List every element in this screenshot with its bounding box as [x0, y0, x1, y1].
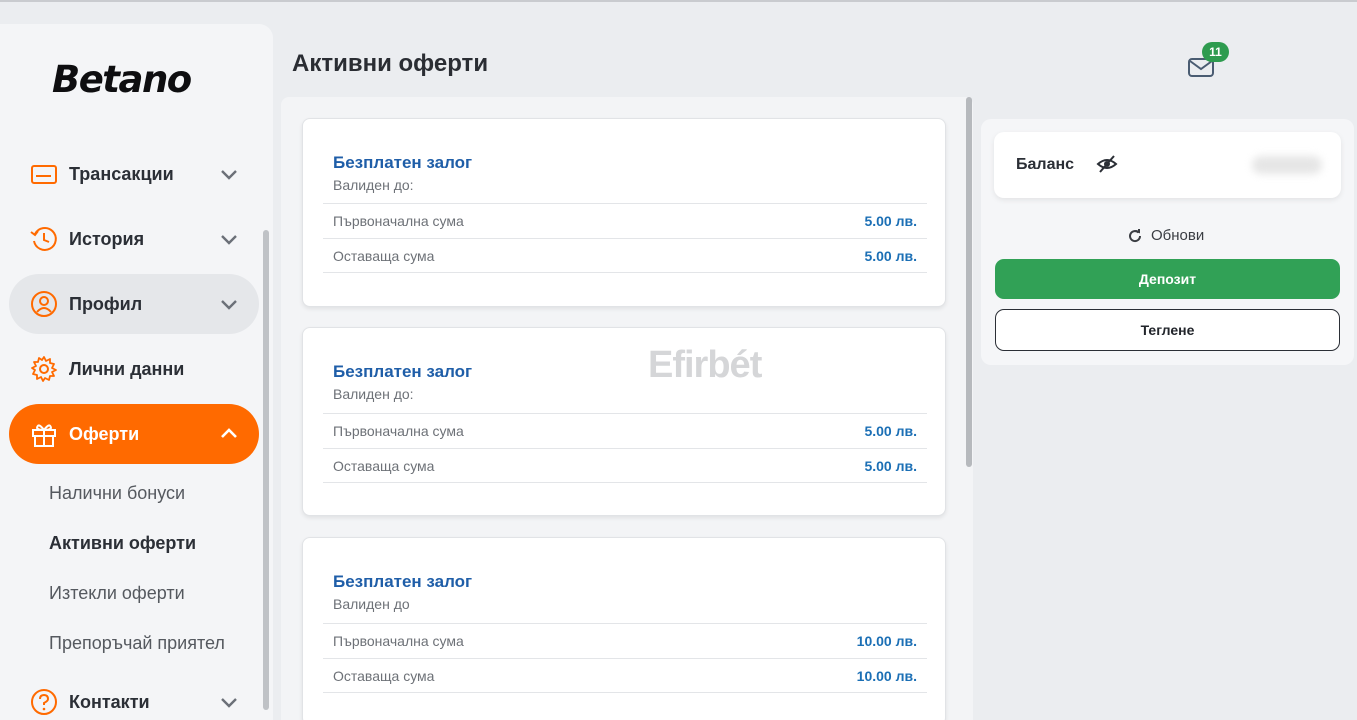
row-label: Първоначална сума	[333, 633, 464, 649]
chevron-down-icon	[221, 698, 237, 708]
subnav-refer-friend[interactable]: Препоръчай приятел	[49, 633, 225, 654]
sidebar-item-label: История	[69, 228, 145, 249]
offer-row: Оставаща сума 5.00 лв.	[323, 448, 927, 483]
offer-valid-until: Валиден до:	[333, 177, 414, 193]
refresh-button[interactable]: Обнови	[1127, 227, 1204, 244]
sidebar-item-label: Оферти	[69, 423, 140, 444]
offer-card: Efirbét Безплатен залог Валиден до: Първ…	[302, 327, 946, 516]
betano-logo[interactable]: Betano	[52, 58, 192, 101]
wallet-panel: Баланс Обнови Депозит Теглене	[981, 119, 1354, 365]
row-label: Оставаща сума	[333, 457, 435, 474]
mail-count-badge: 11	[1202, 42, 1229, 62]
history-icon	[29, 224, 59, 254]
offer-title: Безплатен залог	[333, 153, 473, 172]
subnav-active-offers[interactable]: Активни оферти	[49, 533, 196, 554]
offer-card: Безплатен залог Валиден до: Първоначална…	[302, 118, 946, 307]
refresh-label: Обнови	[1151, 227, 1205, 244]
offer-card: Безплатен залог Валиден до Първоначална …	[302, 537, 946, 720]
sidebar-item-contacts[interactable]: Контакти	[9, 672, 259, 720]
offer-row: Първоначална сума 5.00 лв.	[323, 203, 927, 238]
chevron-down-icon	[221, 170, 237, 180]
row-value: 5.00 лв.	[864, 457, 917, 474]
sidebar-item-label: Трансакции	[69, 163, 174, 184]
wallet-icon	[29, 159, 59, 189]
sidebar-item-transactions[interactable]: Трансакции	[9, 144, 259, 204]
offer-title: Безплатен залог	[333, 362, 473, 381]
chevron-down-icon	[221, 300, 237, 310]
offer-row: Първоначална сума 5.00 лв.	[323, 413, 927, 448]
offer-row: Оставаща сума 10.00 лв.	[323, 658, 927, 693]
row-label: Първоначална сума	[333, 213, 464, 229]
row-label: Оставаща сума	[333, 667, 435, 684]
sidebar-item-personal-data[interactable]: Лични данни	[9, 339, 259, 399]
row-value: 10.00 лв.	[856, 667, 917, 684]
row-value: 5.00 лв.	[864, 247, 917, 264]
balance-label: Баланс	[1016, 156, 1075, 173]
eye-off-icon[interactable]	[1096, 154, 1118, 174]
row-value: 5.00 лв.	[864, 213, 917, 229]
balance-amount-hidden	[1252, 156, 1322, 174]
sidebar-item-label: Лични данни	[69, 358, 185, 379]
offers-scrollbar[interactable]	[966, 97, 972, 467]
deposit-button[interactable]: Депозит	[995, 259, 1340, 299]
sidebar-item-offers[interactable]: Оферти	[9, 404, 259, 464]
offer-row: Първоначална сума 10.00 лв.	[323, 623, 927, 658]
refresh-icon	[1129, 228, 1142, 242]
chevron-down-icon	[221, 235, 237, 245]
chevron-up-icon	[221, 428, 237, 438]
sidebar-item-profile[interactable]: Профил	[9, 274, 259, 334]
sidebar-item-label: Контакти	[69, 691, 150, 712]
withdraw-button[interactable]: Теглене	[995, 309, 1340, 351]
row-value: 5.00 лв.	[864, 423, 917, 439]
user-icon	[29, 289, 59, 319]
gear-icon	[29, 354, 59, 384]
row-label: Първоначална сума	[333, 423, 464, 439]
offer-valid-until: Валиден до	[333, 596, 410, 612]
offer-valid-until: Валиден до:	[333, 386, 414, 402]
gift-icon	[29, 419, 59, 449]
page-title: Активни оферти	[292, 50, 489, 77]
watermark: Efirbét	[648, 344, 762, 386]
subnav-available-bonuses[interactable]: Налични бонуси	[49, 483, 185, 504]
sidebar: Betano Трансакции История Профил Лични д…	[0, 24, 273, 720]
sidebar-item-label: Профил	[69, 293, 143, 314]
sidebar-scrollbar[interactable]	[263, 230, 269, 710]
row-label: Оставаща сума	[333, 247, 435, 264]
offer-row: Оставаща сума 5.00 лв.	[323, 238, 927, 273]
row-value: 10.00 лв.	[856, 633, 917, 649]
subnav-expired-offers[interactable]: Изтекли оферти	[49, 583, 185, 604]
offers-panel: Безплатен залог Валиден до: Първоначална…	[281, 97, 973, 720]
balance-box: Баланс	[994, 132, 1341, 198]
sidebar-item-history[interactable]: История	[9, 209, 259, 269]
help-icon	[29, 687, 59, 717]
offer-title: Безплатен залог	[333, 572, 473, 591]
